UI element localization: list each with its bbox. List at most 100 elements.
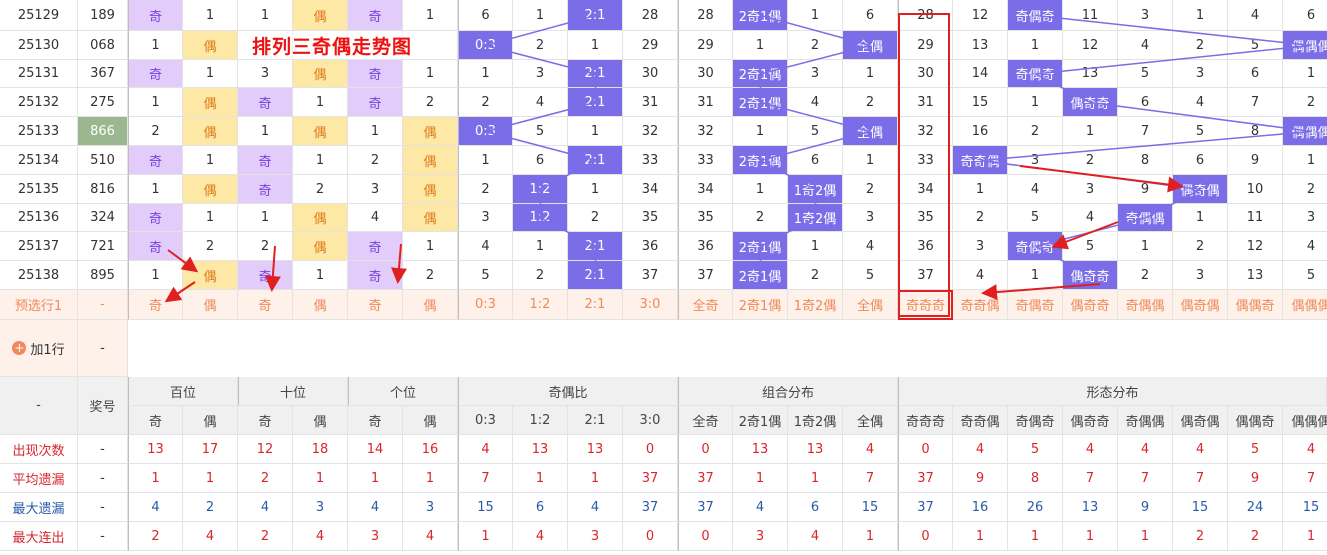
cell-qj: 30 [678,60,733,88]
cell-r12: 6 [513,146,568,175]
cell-he: 1 [183,0,238,31]
cell-issue: 25135 [0,175,78,204]
preselect-option[interactable]: 0:3 [458,290,513,320]
cell-he: 2 [183,232,238,261]
cell-z2j: 2 [733,204,788,232]
cell-qj: 29 [678,31,733,60]
stats-value: 15 [1173,493,1228,522]
cell-jo2: 3 [1118,0,1173,31]
cell-r21: 1 [568,175,623,204]
preselect-option[interactable]: 3:0 [623,290,678,320]
cell-jjo: 3 [953,232,1008,261]
preselect-option[interactable]: 偶偶偶 [1283,290,1327,320]
stats-value: 3 [733,522,788,551]
preselect-option[interactable]: 奇奇奇 [898,290,953,320]
cell-hp: 奇 [128,204,183,232]
cell-r30: 34 [623,175,678,204]
preselect-option[interactable]: 1奇2偶 [788,290,843,320]
stats-value: 4 [788,522,843,551]
cell-num: 068 [78,31,128,60]
cell-sp: 1 [238,204,293,232]
preselect-option[interactable]: 1:2 [513,290,568,320]
cell-z2j: 2奇1偶 [733,146,788,175]
preselect-option[interactable]: 奇 [348,290,403,320]
preselect-option[interactable]: 奇 [128,290,183,320]
preselect-option[interactable]: 奇 [238,290,293,320]
cell-qo: 4 [843,232,898,261]
cell-he: 1 [183,60,238,88]
stats-dash: - [78,435,128,464]
preselect-option[interactable]: 偶 [183,290,238,320]
add-row-cell[interactable]: + 加1行 [0,320,78,377]
preselect-row[interactable]: 预选行1- 奇偶奇偶奇偶 0:3 1:2 2:1 3:0 全奇 2奇1偶 1奇2偶 全偶 奇奇奇 奇奇… [0,290,1327,320]
cell-z1j: 1奇2偶 [788,175,843,204]
cell-sp: 奇 [238,261,293,290]
stats-value: 4 [293,522,348,551]
header-group: 个位 [348,377,458,406]
cell-ojj: 1 [1063,117,1118,146]
cell-gp: 4 [348,204,403,232]
cell-gp: 奇 [348,232,403,261]
header-sub-cell: 奇 [128,406,183,435]
cell-ooo: 4 [1283,232,1327,261]
cell-qj: 31 [678,88,733,117]
stats-value: 15 [1283,493,1327,522]
stats-value: 6 [788,493,843,522]
preselect-option[interactable]: 2:1 [568,290,623,320]
cell-qj: 28 [678,0,733,31]
table-row: 25138 895 1 偶奇 1 奇 2 5 2 2:1 37 37 2奇1偶 2 5 37 4 1 偶奇奇 2 3 13… [0,261,1327,290]
stats-value: 1 [1283,522,1327,551]
stats-row: 最大遗漏 -4 2 4 3 4 3 15 6 4 37 37 4 6 15 37 16 26 13 9 15 24 15 [0,493,1327,522]
preselect-option[interactable]: 偶 [403,290,458,320]
cell-z2j: 1 [733,117,788,146]
preselect-option[interactable]: 偶 [293,290,348,320]
cell-r12: 1 [513,0,568,31]
cell-issue: 25134 [0,146,78,175]
header-sub-cell: 全奇 [678,406,733,435]
cell-num: 367 [78,60,128,88]
preselect-option[interactable]: 奇偶奇 [1008,290,1063,320]
cell-ojj: 3 [1063,175,1118,204]
preselect-option[interactable]: 偶偶奇 [1228,290,1283,320]
header-sub-cell: 2奇1偶 [733,406,788,435]
header-groups: - 奖号 百位 十位 个位 奇偶比 组合分布 形态分布 [0,377,1327,435]
stats-value: 4 [1118,435,1173,464]
cell-sp: 1 [238,0,293,31]
stats-value: 9 [1228,464,1283,493]
preselect-option[interactable]: 全奇 [678,290,733,320]
cell-se: 偶 [293,232,348,261]
cell-r21: 2:1 [568,0,623,31]
cell-ooo: 1 [1283,60,1327,88]
header-sub-cell: 偶偶偶 [1283,406,1327,435]
preselect-option[interactable]: 2奇1偶 [733,290,788,320]
add-row-button[interactable]: + 加1行 [12,339,65,358]
stats-value: 1 [293,464,348,493]
cell-hp: 奇 [128,60,183,88]
stats-value: 3 [348,522,403,551]
stats-value: 37 [678,493,733,522]
cell-se: 偶 [293,0,348,31]
cell-jo2: 1 [1118,232,1173,261]
preselect-option[interactable]: 偶奇奇 [1063,290,1118,320]
cell-issue: 25138 [0,261,78,290]
preselect-option[interactable]: 偶奇偶 [1173,290,1228,320]
cell-ooj: 4 [1228,0,1283,31]
stats-value: 1 [733,464,788,493]
stats-value: 4 [238,493,293,522]
cell-jjo: 13 [953,31,1008,60]
cell-issue: 25130 [0,31,78,60]
stats-value: 2 [1173,522,1228,551]
cell-num: 324 [78,204,128,232]
stats-value: 4 [183,522,238,551]
preselect-option[interactable]: 奇奇偶 [953,290,1008,320]
preselect-option[interactable]: 全偶 [843,290,898,320]
header-sub-cell: 全偶 [843,406,898,435]
cell-jjo: 奇奇偶 [953,146,1008,175]
stats-value: 1 [513,464,568,493]
cell-he: 1 [183,146,238,175]
table-row: 25136 324 奇 1 1 偶 4 偶 3 1:2 2 35 35 2 1奇2偶 3 35 2 5 4 奇偶偶 1 11… [0,204,1327,232]
preselect-option[interactable]: 奇偶偶 [1118,290,1173,320]
cell-ooj2: 3 [1173,261,1228,290]
cell-jjj: 30 [898,60,953,88]
header-sub-cell: 奇偶奇 [1008,406,1063,435]
